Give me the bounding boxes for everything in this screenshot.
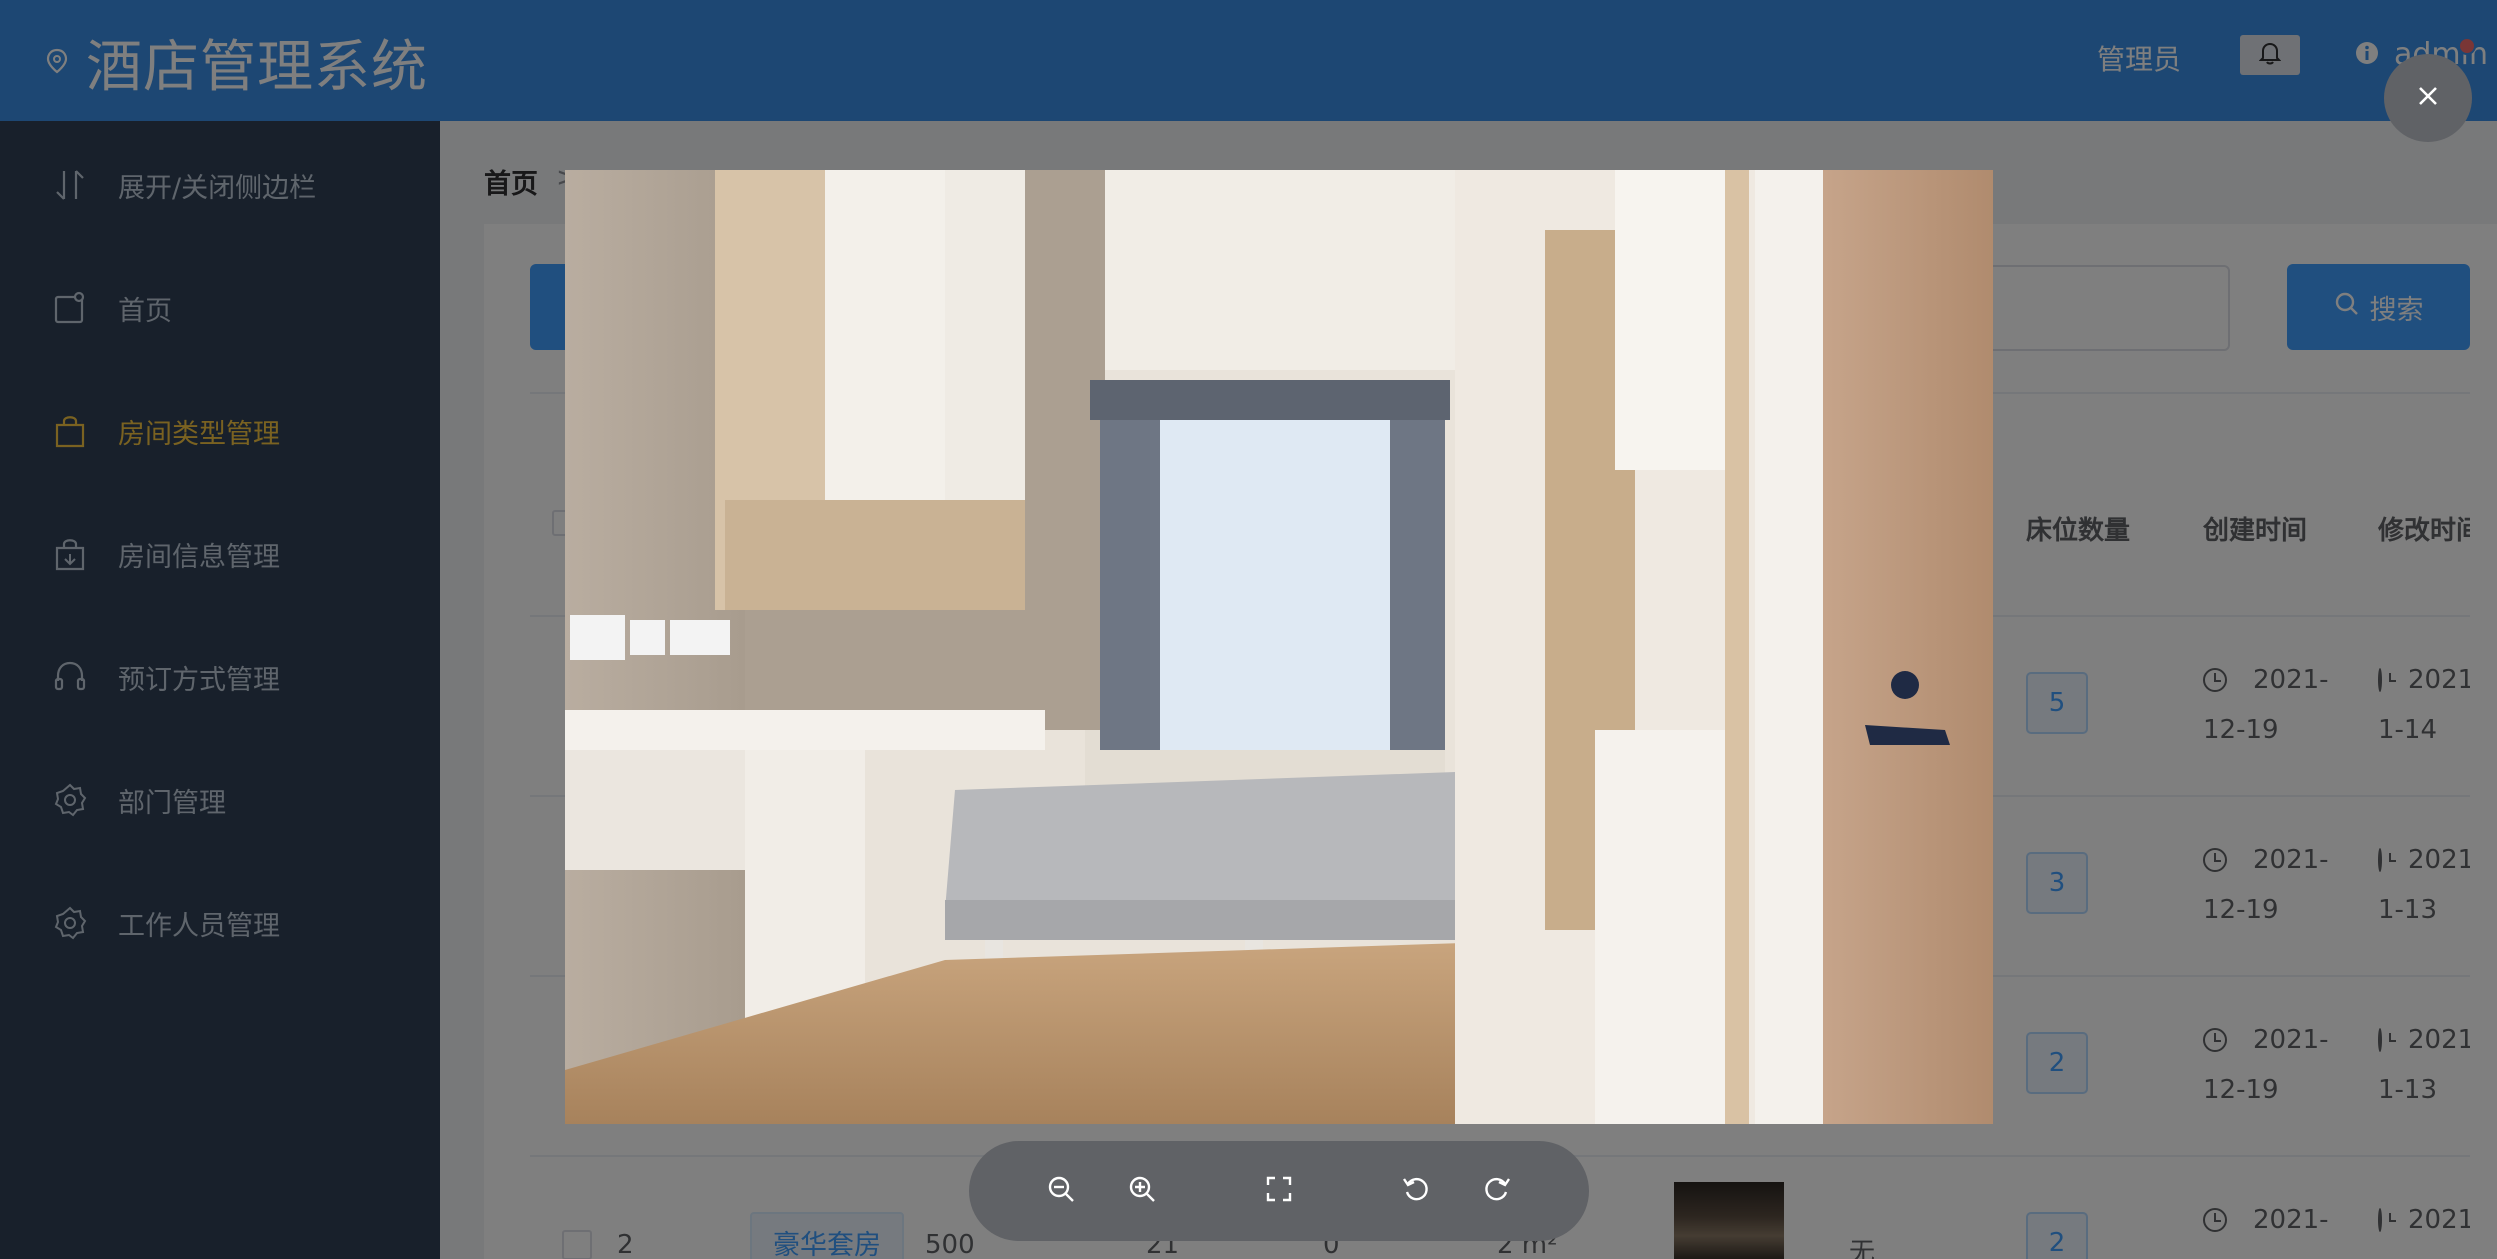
rotate-right-icon (1482, 1174, 1512, 1208)
fullscreen-icon (1264, 1174, 1294, 1208)
viewer-toolbar (969, 1141, 1589, 1241)
fullscreen-button[interactable] (1259, 1171, 1299, 1211)
preview-image (565, 170, 1993, 1124)
zoom-in-icon (1127, 1174, 1157, 1208)
rotate-left-button[interactable] (1396, 1171, 1436, 1211)
zoom-in-button[interactable] (1122, 1171, 1162, 1211)
rotate-right-button[interactable] (1477, 1171, 1517, 1211)
zoom-out-icon (1046, 1174, 1076, 1208)
close-viewer-button[interactable] (2384, 54, 2472, 142)
zoom-out-button[interactable] (1041, 1171, 1081, 1211)
close-icon (2417, 85, 2439, 111)
rotate-left-icon (1401, 1174, 1431, 1208)
